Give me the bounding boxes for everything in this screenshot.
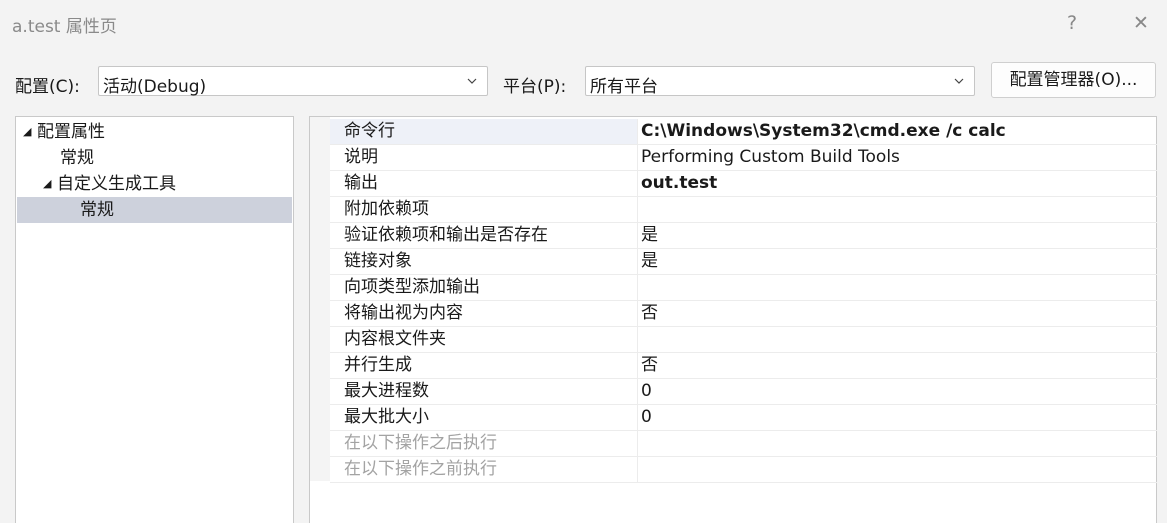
property-row[interactable]: 在以下操作之前执行 [330, 457, 1157, 483]
property-name: 验证依赖项和输出是否存在 [344, 225, 548, 245]
property-value[interactable]: 否 [641, 353, 658, 378]
column-divider [637, 301, 638, 326]
property-name: 输出 [344, 173, 378, 193]
expand-triangle-icon[interactable]: ◢ [43, 171, 57, 197]
property-value[interactable]: 0 [641, 405, 652, 430]
property-name: 最大批大小 [344, 407, 429, 427]
tree-item-custom-build-general[interactable]: 常规 [17, 197, 292, 223]
property-name: 附加依赖项 [344, 199, 429, 219]
column-divider [637, 457, 638, 482]
column-divider [637, 327, 638, 352]
property-name: 最大进程数 [344, 381, 429, 401]
tree-item-configuration-properties[interactable]: ◢ 配置属性 [23, 119, 283, 145]
column-divider [637, 249, 638, 274]
property-value[interactable]: C:\Windows\System32\cmd.exe /c calc [641, 119, 1006, 144]
chevron-down-icon [954, 78, 964, 84]
property-pages-dialog: a.test 属性页 ? ✕ 配置(C): 活动(Debug) 平台(P): 所… [0, 0, 1167, 523]
property-row[interactable]: 说明 Performing Custom Build Tools [330, 145, 1157, 171]
platform-combo[interactable]: 所有平台 [585, 66, 975, 97]
property-value[interactable]: Performing Custom Build Tools [641, 145, 900, 170]
window-title: a.test 属性页 [12, 17, 117, 37]
property-name: 内容根文件夹 [344, 329, 446, 349]
property-value[interactable]: 是 [641, 223, 658, 248]
property-name: 命令行 [344, 121, 395, 141]
tree-item-label: 自定义生成工具 [57, 174, 176, 194]
column-divider [637, 171, 638, 196]
help-button[interactable]: ? [1057, 8, 1087, 38]
title-bar: a.test 属性页 ? ✕ [0, 0, 1167, 46]
tree-item-label: 配置属性 [37, 122, 105, 142]
column-divider [637, 119, 638, 144]
property-name: 将输出视为内容 [344, 303, 463, 323]
column-divider [637, 405, 638, 430]
property-row[interactable]: 输出 out.test [330, 171, 1157, 197]
tree-item-custom-build-tool[interactable]: ◢ 自定义生成工具 [43, 171, 283, 197]
configuration-label: 配置(C): [15, 77, 80, 97]
property-name: 在以下操作之后执行 [344, 433, 497, 453]
property-name: 在以下操作之前执行 [344, 459, 497, 479]
property-row[interactable]: 最大批大小 0 [330, 405, 1157, 431]
platform-combo-value: 所有平台 [590, 77, 658, 97]
column-divider [637, 197, 638, 222]
expand-triangle-icon[interactable]: ◢ [23, 119, 37, 145]
column-divider [637, 275, 638, 300]
platform-label: 平台(P): [503, 77, 567, 97]
property-value[interactable]: out.test [641, 171, 717, 196]
property-name: 向项类型添加输出 [344, 277, 480, 297]
property-name: 链接对象 [344, 251, 412, 271]
property-row[interactable]: 向项类型添加输出 [330, 275, 1157, 301]
configuration-combo-value: 活动(Debug) [103, 77, 207, 97]
column-divider [637, 353, 638, 378]
property-tree: ◢ 配置属性 常规 ◢ 自定义生成工具 常规 [15, 116, 294, 523]
property-row[interactable]: 并行生成 否 [330, 353, 1157, 379]
property-row[interactable]: 内容根文件夹 [330, 327, 1157, 353]
close-button[interactable]: ✕ [1126, 8, 1156, 38]
column-divider [637, 431, 638, 456]
property-value[interactable]: 0 [641, 379, 652, 404]
property-grid: 命令行 C:\Windows\System32\cmd.exe /c calc … [309, 116, 1157, 523]
property-row[interactable]: 最大进程数 0 [330, 379, 1157, 405]
property-value[interactable]: 否 [641, 301, 658, 326]
chevron-down-icon [467, 78, 477, 84]
property-row[interactable]: 将输出视为内容 否 [330, 301, 1157, 327]
property-row[interactable]: 在以下操作之后执行 [330, 431, 1157, 457]
column-divider [637, 223, 638, 248]
property-name: 说明 [344, 147, 378, 167]
property-value[interactable]: 是 [641, 249, 658, 274]
tree-item-label: 常规 [80, 200, 114, 220]
configuration-combo[interactable]: 活动(Debug) [98, 66, 488, 97]
column-divider [637, 379, 638, 404]
tree-item-label: 常规 [60, 148, 94, 168]
column-divider [637, 145, 638, 170]
property-row[interactable]: 命令行 C:\Windows\System32\cmd.exe /c calc [330, 119, 1157, 145]
property-name: 并行生成 [344, 355, 412, 375]
property-row[interactable]: 验证依赖项和输出是否存在 是 [330, 223, 1157, 249]
configuration-manager-button[interactable]: 配置管理器(O)... [991, 62, 1156, 98]
grid-gutter [310, 117, 330, 481]
property-row[interactable]: 附加依赖项 [330, 197, 1157, 223]
tree-item-general[interactable]: 常规 [60, 145, 260, 171]
property-row[interactable]: 链接对象 是 [330, 249, 1157, 275]
